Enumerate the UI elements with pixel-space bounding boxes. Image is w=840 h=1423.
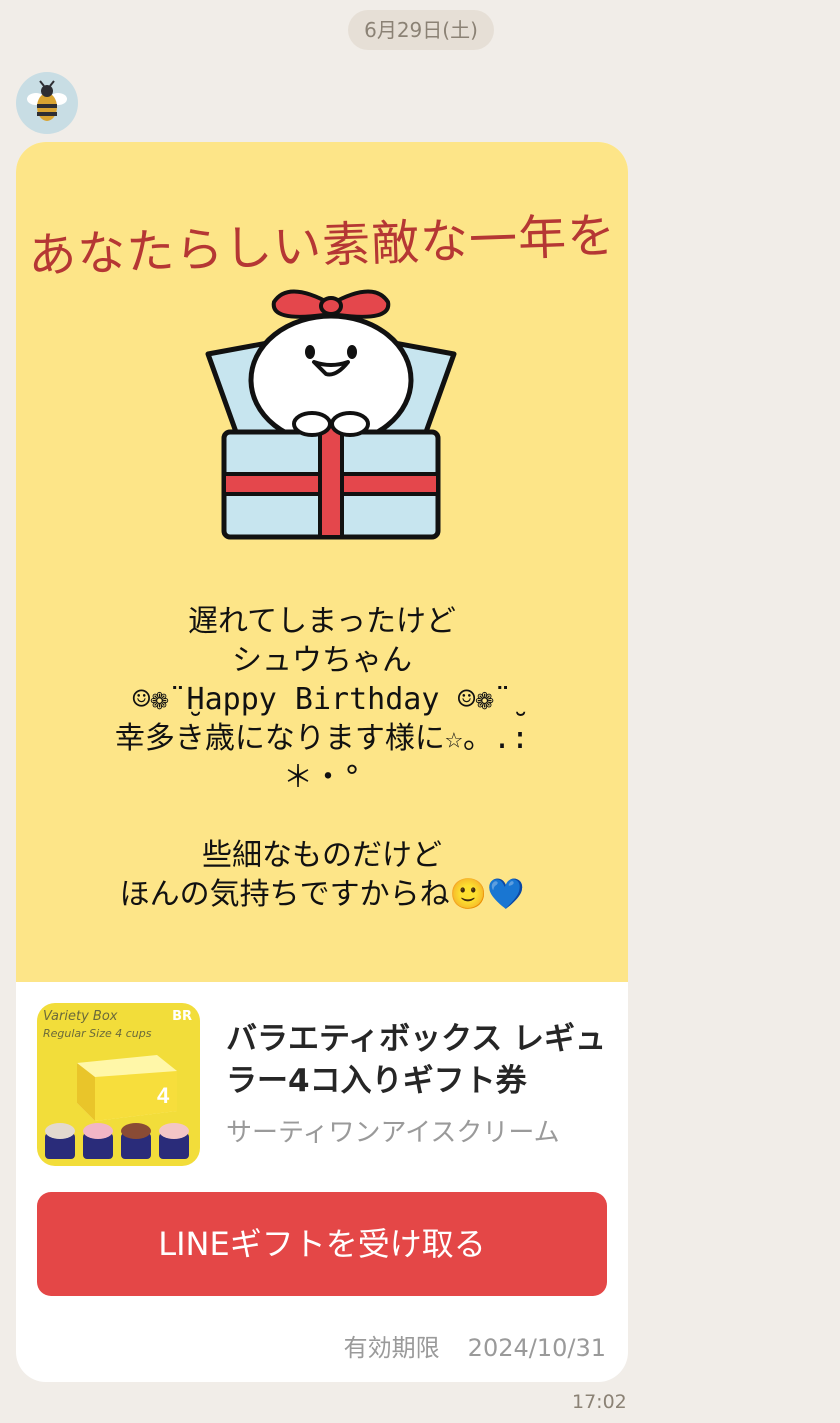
svg-text:4: 4 <box>157 1083 170 1108</box>
message-line: ＊・° <box>282 760 362 795</box>
bee-avatar-icon <box>27 80 67 121</box>
sender-avatar[interactable] <box>16 72 78 134</box>
product-name: バラエティボックス レギュラー4コ入りギフト券 <box>226 1021 607 1099</box>
message-timestamp: 17:02 <box>572 1391 627 1413</box>
message-line: 幸多き歳になります様に☆。.: <box>114 721 530 756</box>
date-separator: 6月29日(土) <box>348 10 494 50</box>
message-line: 些細なものだけど <box>202 838 442 873</box>
gift-box-illustration <box>205 289 457 540</box>
message-spacer <box>46 797 598 836</box>
validity-label: 有効期限 <box>343 1334 440 1362</box>
ice-cream-box-image: 4 <box>45 1055 189 1159</box>
message-card-body: あなたらしい素敵な一年を 遅れてしまったけど シュウちゃん ☺︎❁¨̮Happy… <box>16 142 628 982</box>
card-headline: あなたらしい素敵な一年を <box>27 207 617 285</box>
product-brand: サーティワンアイスクリーム <box>226 1118 560 1148</box>
message-line: シュウちゃん <box>232 643 412 678</box>
message-line: 遅れてしまったけど <box>188 604 456 639</box>
gift-product-row[interactable]: Variety Box Regular Size 4 cups BR 4 バラエ… <box>16 982 628 1192</box>
validity-date: 2024/10/31 <box>467 1334 606 1362</box>
message-line: ☺︎❁¨̮Happy Birthday ☺︎❁¨̮ <box>132 682 512 717</box>
product-thumbnail: Variety Box Regular Size 4 cups BR 4 <box>37 1003 200 1166</box>
receive-gift-button[interactable]: LINEギフトを受け取る <box>37 1192 607 1296</box>
gift-message-card[interactable]: あなたらしい素敵な一年を 遅れてしまったけど シュウちゃん ☺︎❁¨̮Happy… <box>16 142 628 1382</box>
message-line: ほんの気持ちですからね🙂💙 <box>119 877 525 912</box>
birthday-message: 遅れてしまったけど シュウちゃん ☺︎❁¨̮Happy Birthday ☺︎❁… <box>46 602 598 914</box>
validity-info: 有効期限 2024/10/31 <box>344 1328 606 1363</box>
